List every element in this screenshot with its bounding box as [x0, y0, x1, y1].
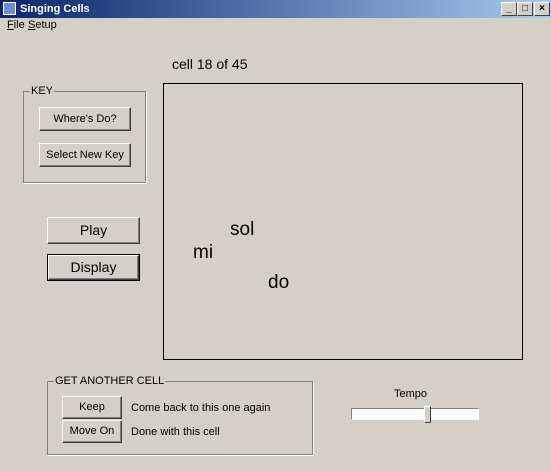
- menu-bar: File Setup: [0, 18, 551, 32]
- menu-file[interactable]: File: [7, 18, 25, 32]
- window-title: Singing Cells: [20, 3, 90, 15]
- play-button[interactable]: Play: [47, 217, 140, 244]
- note-label: mi: [193, 242, 214, 263]
- minimize-button[interactable]: _: [501, 2, 517, 16]
- key-group: KEY: [23, 85, 146, 183]
- app-icon: [3, 2, 16, 15]
- tempo-label: Tempo: [394, 388, 428, 400]
- title-bar[interactable]: Singing Cells _ □ ×: [0, 0, 551, 18]
- maximize-button[interactable]: □: [517, 2, 533, 16]
- display-button[interactable]: Display: [47, 254, 140, 281]
- close-button[interactable]: ×: [534, 2, 550, 16]
- tempo-slider-track[interactable]: [351, 408, 479, 420]
- note-label: sol: [230, 219, 255, 240]
- note-label: do: [268, 272, 290, 293]
- select-new-key-button[interactable]: Select New Key: [39, 143, 131, 167]
- move-on-description: Done with this cell: [131, 426, 220, 438]
- tempo-slider-thumb[interactable]: [424, 406, 431, 423]
- menu-setup[interactable]: Setup: [28, 18, 57, 32]
- keep-button[interactable]: Keep: [62, 396, 122, 419]
- move-on-button[interactable]: Move On: [62, 420, 122, 443]
- key-group-legend: KEY: [30, 85, 55, 97]
- wheres-do-button[interactable]: Where's Do?: [39, 107, 131, 131]
- cell-counter: cell 18 of 45: [172, 56, 248, 72]
- notes-display-area: [163, 83, 523, 360]
- get-another-cell-legend: GET ANOTHER CELL: [54, 375, 166, 387]
- keep-description: Come back to this one again: [131, 402, 271, 414]
